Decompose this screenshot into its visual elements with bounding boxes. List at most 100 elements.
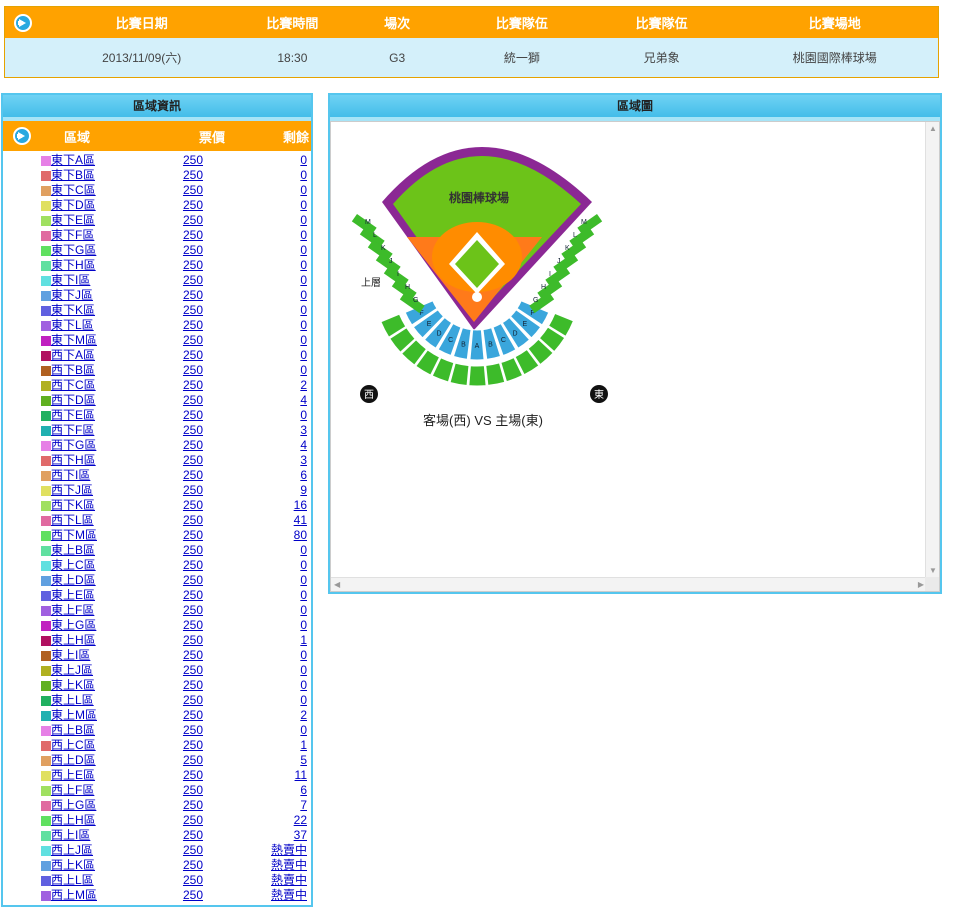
zone-remaining-link[interactable]: 0 (300, 258, 307, 272)
zone-price-link[interactable]: 250 (183, 618, 203, 632)
zone-remaining-link[interactable]: 0 (300, 558, 307, 572)
zone-remaining-link[interactable]: 4 (300, 438, 307, 452)
zone-name-link[interactable]: 西上F區 (51, 783, 94, 797)
zone-name-link[interactable]: 東上C區 (51, 558, 96, 572)
zone-remaining-link[interactable]: 0 (300, 153, 307, 167)
horizontal-scrollbar[interactable]: ◀ ▶ (331, 577, 927, 591)
zone-name-link[interactable]: 西下M區 (51, 528, 97, 542)
zone-price-link[interactable]: 250 (183, 678, 203, 692)
zone-remaining-link[interactable]: 11 (295, 768, 307, 782)
zone-remaining-link[interactable]: 0 (300, 618, 307, 632)
zone-remaining-link[interactable]: 0 (300, 543, 307, 557)
zone-price-link[interactable]: 250 (183, 348, 203, 362)
zone-name-link[interactable]: 西上G區 (51, 798, 96, 812)
zone-remaining-link[interactable]: 0 (300, 273, 307, 287)
zone-name-link[interactable]: 西上E區 (51, 768, 95, 782)
zone-remaining-link[interactable]: 6 (300, 468, 307, 482)
zone-price-link[interactable]: 250 (183, 198, 203, 212)
zone-name-link[interactable]: 東上L區 (51, 693, 94, 707)
zone-remaining-link[interactable]: 1 (300, 633, 307, 647)
zone-name-link[interactable]: 西上I區 (51, 828, 90, 842)
zone-remaining-link[interactable]: 熱賣中 (271, 873, 307, 887)
zone-name-link[interactable]: 西上D區 (51, 753, 96, 767)
zone-price-link[interactable]: 250 (183, 723, 203, 737)
zone-price-link[interactable]: 250 (183, 648, 203, 662)
zone-remaining-link[interactable]: 0 (300, 183, 307, 197)
zone-name-link[interactable]: 東下J區 (51, 288, 93, 302)
zone-name-link[interactable]: 西下C區 (51, 378, 96, 392)
zone-name-link[interactable]: 東下E區 (51, 213, 95, 227)
zone-remaining-link[interactable]: 熱賣中 (271, 888, 307, 902)
zone-name-link[interactable]: 西下A區 (51, 348, 95, 362)
zone-name-link[interactable]: 西下I區 (51, 468, 90, 482)
zone-price-link[interactable]: 250 (183, 873, 203, 887)
zone-price-link[interactable]: 250 (183, 303, 203, 317)
zone-name-link[interactable]: 東下H區 (51, 258, 96, 272)
zone-remaining-link[interactable]: 0 (300, 603, 307, 617)
zone-name-link[interactable]: 西下B區 (51, 363, 95, 377)
zone-remaining-link[interactable]: 7 (300, 798, 307, 812)
zone-name-link[interactable]: 西下K區 (51, 498, 95, 512)
zone-remaining-link[interactable]: 3 (300, 423, 307, 437)
zone-name-link[interactable]: 東下B區 (51, 168, 95, 182)
stadium-map[interactable]: 桃園棒球場 FEDCB A BCDEF MLKJIHG MLKJIHG 上層 西 東… (337, 122, 637, 442)
zone-remaining-link[interactable]: 0 (300, 168, 307, 182)
zone-price-link[interactable]: 250 (183, 153, 203, 167)
zone-name-link[interactable]: 東下D區 (51, 198, 96, 212)
zone-name-link[interactable]: 東上E區 (51, 588, 95, 602)
zone-name-link[interactable]: 西下G區 (51, 438, 96, 452)
zone-name-link[interactable]: 西下L區 (51, 513, 94, 527)
vertical-scrollbar[interactable]: ▲ ▼ (925, 122, 939, 577)
zone-price-link[interactable]: 250 (183, 888, 203, 902)
zone-name-link[interactable]: 西下E區 (51, 408, 95, 422)
zone-remaining-link[interactable]: 0 (300, 348, 307, 362)
zone-name-link[interactable]: 東上G區 (51, 618, 96, 632)
zone-name-link[interactable]: 西下H區 (51, 453, 96, 467)
zone-price-link[interactable]: 250 (183, 213, 203, 227)
zone-price-link[interactable]: 250 (183, 438, 203, 452)
zone-price-link[interactable]: 250 (183, 798, 203, 812)
zone-price-link[interactable]: 250 (183, 738, 203, 752)
zone-remaining-link[interactable]: 0 (300, 693, 307, 707)
zone-price-link[interactable]: 250 (183, 273, 203, 287)
zone-name-link[interactable]: 西下J區 (51, 483, 93, 497)
zone-price-link[interactable]: 250 (183, 258, 203, 272)
zone-remaining-link[interactable]: 0 (300, 648, 307, 662)
zone-price-link[interactable]: 250 (183, 813, 203, 827)
zone-remaining-link[interactable]: 3 (300, 453, 307, 467)
zone-remaining-link[interactable]: 16 (294, 498, 307, 512)
zone-price-link[interactable]: 250 (183, 363, 203, 377)
zone-price-link[interactable]: 250 (183, 483, 203, 497)
zone-price-link[interactable]: 250 (183, 468, 203, 482)
zone-name-link[interactable]: 西上B區 (51, 723, 95, 737)
zone-remaining-link[interactable]: 0 (300, 243, 307, 257)
zone-price-link[interactable]: 250 (183, 333, 203, 347)
zone-remaining-link[interactable]: 4 (300, 393, 307, 407)
zone-remaining-link[interactable]: 5 (300, 753, 307, 767)
zone-remaining-link[interactable]: 0 (300, 333, 307, 347)
zone-remaining-link[interactable]: 1 (300, 738, 307, 752)
zone-name-link[interactable]: 東上M區 (51, 708, 97, 722)
zone-remaining-link[interactable]: 0 (300, 573, 307, 587)
zone-name-link[interactable]: 東上K區 (51, 678, 95, 692)
zone-price-link[interactable]: 250 (183, 498, 203, 512)
zone-remaining-link[interactable]: 22 (294, 813, 307, 827)
zone-price-link[interactable]: 250 (183, 528, 203, 542)
zone-name-link[interactable]: 東上B區 (51, 543, 95, 557)
zone-price-link[interactable]: 250 (183, 378, 203, 392)
zone-price-link[interactable]: 250 (183, 753, 203, 767)
zone-name-link[interactable]: 東下G區 (51, 243, 96, 257)
zone-price-link[interactable]: 250 (183, 558, 203, 572)
zone-remaining-link[interactable]: 熱賣中 (271, 858, 307, 872)
zone-price-link[interactable]: 250 (183, 423, 203, 437)
zone-price-link[interactable]: 250 (183, 708, 203, 722)
zone-remaining-link[interactable]: 0 (300, 363, 307, 377)
zone-remaining-link[interactable]: 0 (300, 663, 307, 677)
zone-name-link[interactable]: 東下L區 (51, 318, 94, 332)
zone-remaining-link[interactable]: 0 (300, 408, 307, 422)
zone-name-link[interactable]: 東上I區 (51, 648, 90, 662)
zone-name-link[interactable]: 西上K區 (51, 858, 95, 872)
zone-name-link[interactable]: 東下M區 (51, 333, 97, 347)
zone-remaining-link[interactable]: 0 (300, 213, 307, 227)
zone-price-link[interactable]: 250 (183, 183, 203, 197)
